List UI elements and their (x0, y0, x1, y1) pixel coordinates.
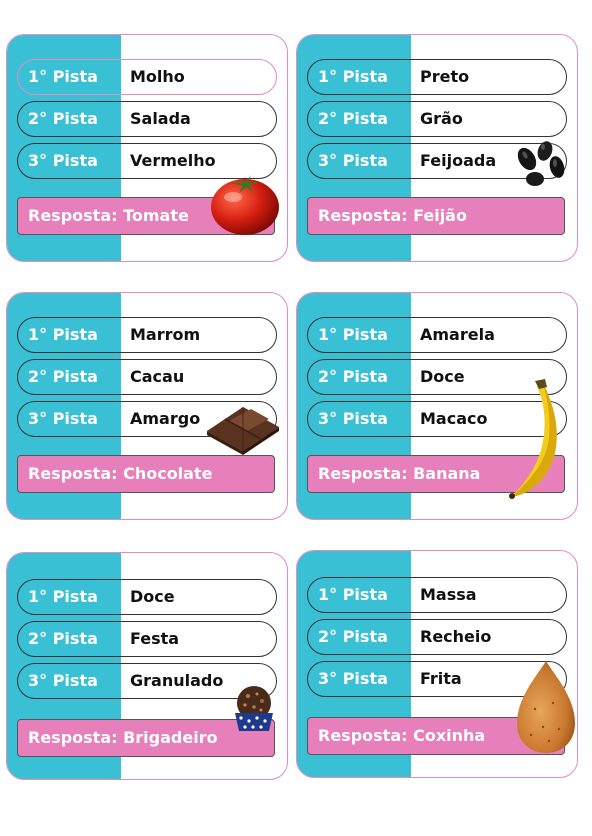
clue-value: Macaco (420, 409, 488, 428)
clue-row-1: 1° Pista Amarela (307, 317, 567, 353)
clue-label: 2° Pista (318, 367, 388, 386)
clue-label: 2° Pista (28, 109, 98, 128)
clue-value: Amargo (130, 409, 201, 428)
clue-label: 1° Pista (318, 325, 388, 344)
clue-label: 3° Pista (28, 671, 98, 690)
coxinha-icon (517, 661, 575, 753)
clue-value: Vermelho (130, 151, 216, 170)
clue-value: Doce (420, 367, 465, 386)
clue-value: Cacau (130, 367, 185, 386)
answer-box: Resposta: Feijão (307, 197, 565, 235)
chocolate-icon (207, 407, 279, 455)
clue-card-brigadeiro: 1° Pista Doce 2° Pista Festa 3° Pista Gr… (6, 552, 288, 780)
clue-value: Massa (420, 585, 477, 604)
clue-label: 1° Pista (28, 587, 98, 606)
answer-text: Resposta: Coxinha (318, 726, 486, 745)
clue-row-2: 2° Pista Recheio (307, 619, 567, 655)
clue-value: Amarela (420, 325, 495, 344)
clue-label: 1° Pista (318, 585, 388, 604)
clue-card-feijao: 1° Pista Preto 2° Pista Grão 3° Pista Fe… (296, 34, 578, 262)
clue-row-1: 1° Pista Massa (307, 577, 567, 613)
clue-label: 3° Pista (28, 409, 98, 428)
clue-row-2: 2° Pista Cacau (17, 359, 277, 395)
answer-text: Resposta: Tomate (28, 206, 189, 225)
answer-text: Resposta: Banana (318, 464, 481, 483)
clue-label: 3° Pista (318, 409, 388, 428)
answer-text: Resposta: Chocolate (28, 464, 213, 483)
clue-value: Salada (130, 109, 191, 128)
clue-card-coxinha: 1° Pista Massa 2° Pista Recheio 3° Pista… (296, 550, 578, 778)
clue-label: 3° Pista (318, 151, 388, 170)
answer-box: Resposta: Chocolate (17, 455, 275, 493)
clue-row-1: 1° Pista Preto (307, 59, 567, 95)
clue-label: 1° Pista (28, 67, 98, 86)
clue-value: Doce (130, 587, 175, 606)
clue-label: 3° Pista (28, 151, 98, 170)
clue-value: Feijoada (420, 151, 497, 170)
answer-text: Resposta: Feijão (318, 206, 467, 225)
clue-label: 1° Pista (28, 325, 98, 344)
clue-label: 2° Pista (28, 629, 98, 648)
clue-card-tomate: 1° Pista Molho 2° Pista Salada 3° Pista … (6, 34, 288, 262)
clue-row-2: 2° Pista Salada (17, 101, 277, 137)
clue-row-1: 1° Pista Marrom (17, 317, 277, 353)
clue-value: Preto (420, 67, 470, 86)
clue-label: 2° Pista (318, 109, 388, 128)
tomato-icon (211, 175, 279, 235)
clue-row-2: 2° Pista Grão (307, 101, 567, 137)
clue-value: Frita (420, 669, 462, 688)
clue-value: Molho (130, 67, 185, 86)
black-beans-icon (517, 141, 565, 186)
clue-card-banana: 1° Pista Amarela 2° Pista Doce 3° Pista … (296, 292, 578, 520)
answer-text: Resposta: Brigadeiro (28, 728, 218, 747)
clue-value: Marrom (130, 325, 201, 344)
clue-label: 2° Pista (318, 627, 388, 646)
clue-row-2: 2° Pista Festa (17, 621, 277, 657)
clue-label: 2° Pista (28, 367, 98, 386)
clue-card-chocolate: 1° Pista Marrom 2° Pista Cacau 3° Pista … (6, 292, 288, 520)
clue-value: Recheio (420, 627, 492, 646)
clue-value: Festa (130, 629, 180, 648)
clue-row-1: 1° Pista Molho (17, 59, 277, 95)
clue-row-1: 1° Pista Doce (17, 579, 277, 615)
clue-value: Grão (420, 109, 463, 128)
banana-icon (509, 379, 557, 499)
clue-value: Granulado (130, 671, 224, 690)
clue-label: 3° Pista (318, 669, 388, 688)
brigadeiro-icon (235, 686, 273, 731)
clue-label: 1° Pista (318, 67, 388, 86)
